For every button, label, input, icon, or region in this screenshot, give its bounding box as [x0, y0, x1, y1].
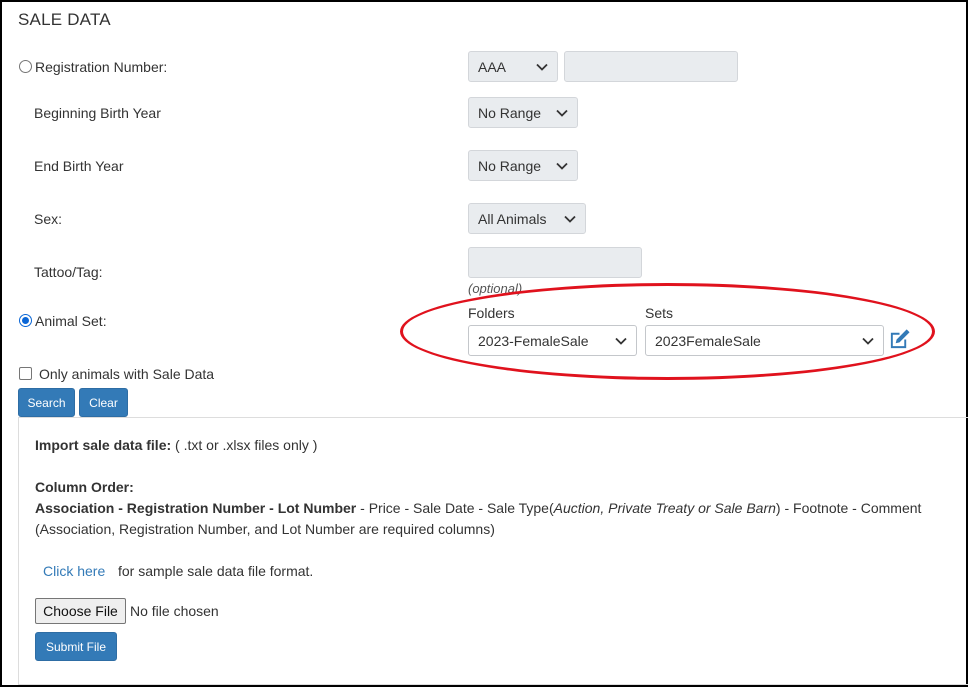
sex-value: All Animals — [478, 210, 547, 227]
no-file-chosen-text: No file chosen — [130, 603, 219, 619]
registration-number-radio[interactable] — [19, 60, 32, 73]
only-sale-data-label: Only animals with Sale Data — [39, 366, 215, 382]
column-order-rest-2: ) - Footnote - Comment — [775, 500, 922, 516]
animal-set-radio[interactable] — [19, 314, 32, 327]
tattoo-tag-input[interactable] — [468, 247, 642, 278]
chevron-down-icon — [564, 215, 576, 223]
chevron-down-icon — [556, 162, 568, 170]
end-birth-year-value: No Range — [478, 157, 542, 174]
search-button[interactable]: Search — [18, 388, 75, 417]
required-columns-note: (Association, Registration Number, and L… — [35, 521, 495, 537]
column-order-label: Column Order: — [35, 479, 134, 495]
sex-select[interactable]: All Animals — [468, 203, 586, 234]
beginning-birth-year-label: Beginning Birth Year — [34, 105, 161, 121]
registration-prefix-select[interactable]: AAA — [468, 51, 558, 82]
registration-number-label: Registration Number: — [35, 59, 168, 75]
tattoo-tag-label: Tattoo/Tag: — [34, 264, 103, 280]
import-panel — [18, 417, 968, 685]
sample-file-text: for sample sale data file format. — [118, 563, 314, 579]
animal-set-label: Animal Set: — [35, 313, 107, 329]
end-birth-year-label: End Birth Year — [34, 158, 124, 174]
only-sale-data-checkbox[interactable] — [19, 367, 32, 380]
chevron-down-icon — [536, 63, 548, 71]
sex-label: Sex: — [34, 211, 63, 227]
page-title: SALE DATA — [18, 10, 111, 29]
highlight-ellipse — [400, 283, 935, 380]
chevron-down-icon — [556, 109, 568, 117]
end-birth-year-select[interactable]: No Range — [468, 150, 578, 181]
column-order-sale-types: Auction, Private Treaty or Sale Barn — [553, 500, 776, 516]
column-order-required: Association - Registration Number - Lot … — [35, 500, 357, 516]
sample-file-link[interactable]: Click here — [43, 563, 105, 579]
column-order-rest-1: - Price - Sale Date - Sale Type( — [356, 500, 554, 516]
column-order-text: Association - Registration Number - Lot … — [35, 500, 921, 516]
submit-file-button[interactable]: Submit File — [35, 632, 117, 661]
import-heading-note: ( .txt or .xlsx files only ) — [171, 437, 318, 453]
beginning-birth-year-value: No Range — [478, 104, 542, 121]
choose-file-button[interactable]: Choose File — [35, 598, 126, 624]
import-heading: Import sale data file: ( .txt or .xlsx f… — [35, 437, 317, 453]
registration-prefix-value: AAA — [478, 58, 507, 75]
beginning-birth-year-select[interactable]: No Range — [468, 97, 578, 128]
import-heading-label: Import sale data file: — [35, 437, 172, 453]
clear-button[interactable]: Clear — [79, 388, 128, 417]
registration-number-input[interactable] — [564, 51, 738, 82]
